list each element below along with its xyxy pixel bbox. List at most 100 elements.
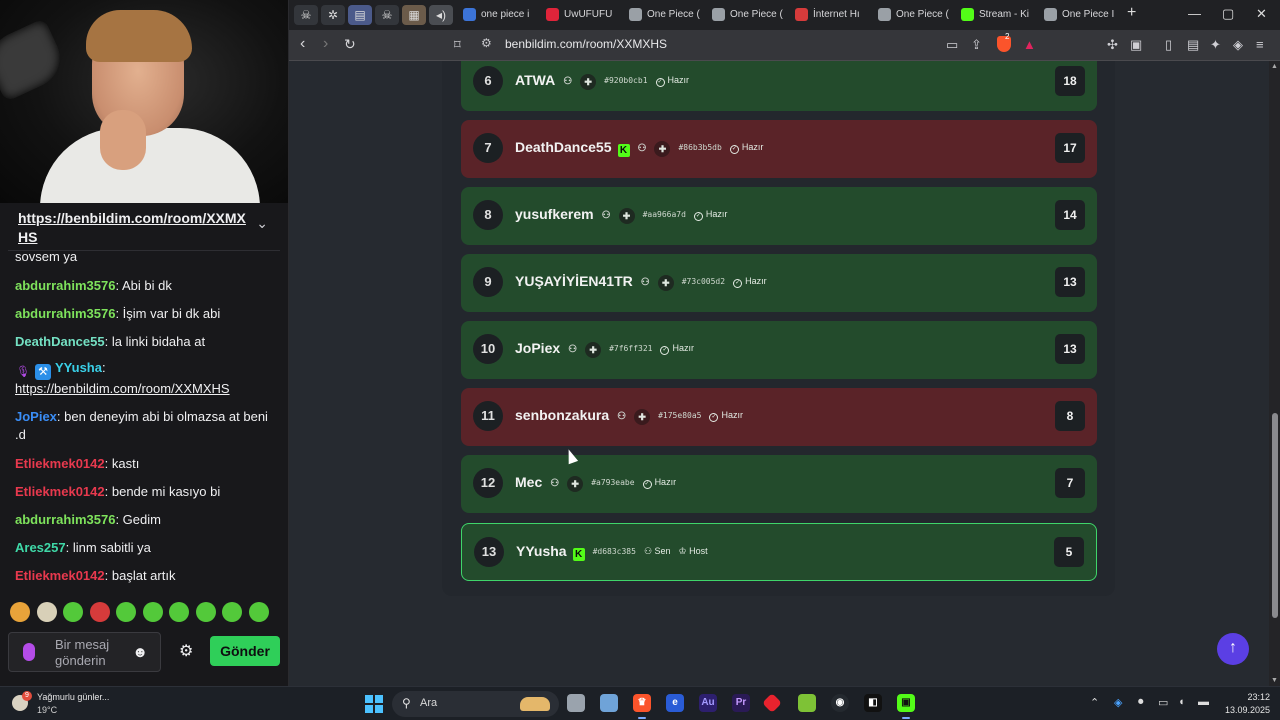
emote-icon[interactable]: [169, 602, 189, 622]
browser-tab[interactable]: one piece i: [459, 3, 541, 27]
address-bar[interactable]: ⚙ benbildim.com/room/XXMXHS: [474, 33, 1054, 57]
security-icon[interactable]: ◈: [1114, 696, 1122, 709]
emote-icon[interactable]: [89, 602, 110, 622]
photos-icon[interactable]: [600, 694, 618, 712]
github-icon[interactable]: ◉: [831, 694, 849, 712]
page-scrollbar[interactable]: ▲ ▼: [1269, 61, 1280, 686]
pinned-tab-list-icon[interactable]: ▤: [348, 5, 372, 25]
tray-chevron-icon[interactable]: ⌃: [1090, 696, 1099, 709]
add-friend-icon[interactable]: ✚: [657, 275, 674, 291]
emote-icon[interactable]: [222, 602, 242, 622]
weather-widget[interactable]: 9 Yağmurlu günler... 19°C: [12, 690, 122, 718]
browser-tab[interactable]: One Piece I: [1040, 3, 1122, 27]
emote-icon[interactable]: [142, 602, 163, 622]
chat-link[interactable]: https://benbildim.com/room/XXMXHS: [15, 381, 230, 396]
add-friend-icon[interactable]: ✚: [567, 476, 584, 492]
audition-icon[interactable]: Au: [699, 694, 717, 712]
vpn-shield-icon[interactable]: ◈: [1233, 37, 1243, 53]
browser-tab[interactable]: Stream - Ki: [957, 3, 1039, 27]
menu-icon[interactable]: ≡: [1256, 37, 1264, 52]
close-icon[interactable]: ✕: [1256, 6, 1267, 22]
taskbar-search[interactable]: ⚲ Ara: [392, 691, 559, 717]
chat-username[interactable]: abdurrahim3576: [15, 278, 115, 293]
emote-icon[interactable]: [195, 602, 216, 622]
kick-app-icon[interactable]: ▣: [897, 694, 915, 719]
chat-username[interactable]: Etliekmek0142: [15, 568, 105, 583]
start-button[interactable]: [365, 695, 383, 713]
browser-tab[interactable]: UwUFUFU: [542, 3, 624, 27]
add-friend-icon[interactable]: ✚: [654, 141, 671, 157]
browser-tab[interactable]: One Piece (: [625, 3, 707, 27]
scroll-to-top-button[interactable]: ↑: [1217, 633, 1249, 665]
pinned-tab-audio-icon[interactable]: ◂): [429, 5, 453, 25]
vpn-icon[interactable]: ▤: [1187, 37, 1199, 53]
extensions-icon[interactable]: ✣: [1107, 37, 1118, 53]
chat-username[interactable]: DeathDance55: [15, 334, 105, 349]
wallet-icon[interactable]: ▣: [1130, 37, 1142, 53]
pinned-message: https://benbildim.com/room/XXMXHS ⌄: [8, 203, 280, 251]
send-button[interactable]: Gönder: [210, 636, 280, 666]
add-friend-icon[interactable]: ✚: [634, 409, 651, 425]
emote-icon[interactable]: [63, 602, 83, 622]
minimize-icon[interactable]: —: [1188, 6, 1201, 21]
add-friend-icon[interactable]: ✚: [580, 74, 597, 90]
scroll-down-icon[interactable]: ▼: [1271, 677, 1278, 684]
premiere-icon[interactable]: Pr: [732, 694, 750, 712]
chat-input[interactable]: Bir mesaj gönderin ☻: [8, 632, 161, 672]
site-settings-icon[interactable]: ⚙: [481, 36, 492, 50]
gear-icon[interactable]: ⚙: [179, 641, 193, 661]
microphone-icon[interactable]: [23, 643, 35, 661]
share-icon[interactable]: ⇪: [971, 37, 982, 53]
chat-username[interactable]: Ares257: [15, 540, 66, 555]
leo-ai-icon[interactable]: ✦: [1210, 37, 1221, 53]
pinned-tab-pirate-icon[interactable]: ☠: [294, 5, 318, 25]
chat-username[interactable]: Etliekmek0142: [15, 456, 105, 471]
battery-icon[interactable]: ▬: [1198, 696, 1209, 708]
forward-icon[interactable]: ›: [323, 35, 328, 53]
scroll-up-icon[interactable]: ▲: [1271, 63, 1278, 70]
edge-icon[interactable]: e: [666, 694, 684, 712]
new-tab-button[interactable]: +: [1127, 4, 1136, 22]
chat-username[interactable]: JoPiex: [15, 409, 57, 424]
browser-tab[interactable]: İnternet Hı: [791, 3, 873, 27]
sidebar-icon[interactable]: ▯: [1165, 37, 1172, 53]
tab-title: One Piece (: [896, 9, 949, 20]
add-friend-icon[interactable]: ✚: [618, 208, 635, 224]
scrollbar-thumb[interactable]: [1272, 413, 1278, 618]
ready-status: ✓ Hazır: [660, 343, 694, 355]
add-friend-icon[interactable]: ✚: [585, 342, 602, 358]
brave-browser-icon[interactable]: ♛: [633, 694, 651, 719]
chat-username[interactable]: abdurrahim3576: [15, 512, 115, 527]
tab-title: UwUFUFU: [564, 9, 613, 20]
pinned-link[interactable]: https://benbildim.com/room/XXMXHS: [18, 210, 246, 245]
volume-icon[interactable]: ◖: [1178, 696, 1185, 708]
chat-username[interactable]: Etliekmek0142: [15, 484, 105, 499]
capcut-icon[interactable]: ◧: [864, 694, 882, 712]
browser-tab[interactable]: One Piece (: [874, 3, 956, 27]
cast-icon[interactable]: ▭: [946, 37, 958, 53]
chat-username[interactable]: YYusha: [55, 360, 102, 375]
reload-icon[interactable]: ↻: [344, 36, 356, 53]
player-row: 8 yusufkerem ⚇ ✚ #aa966a7d ✓ Hazır 14: [461, 187, 1097, 245]
back-icon[interactable]: ‹: [300, 35, 305, 53]
app-red-diamond-icon[interactable]: [762, 693, 782, 713]
clock[interactable]: 23:12 13.09.2025: [1218, 691, 1270, 717]
task-view-icon[interactable]: [567, 694, 585, 712]
chat-username[interactable]: abdurrahim3576: [15, 306, 115, 321]
pinned-tab-pirate-icon[interactable]: ☠: [375, 5, 399, 25]
android-studio-icon[interactable]: [798, 694, 816, 712]
emoji-icon[interactable]: ☻: [132, 644, 148, 661]
emote-icon[interactable]: [116, 602, 136, 622]
bookmark-icon[interactable]: ⌑: [454, 37, 461, 53]
rewards-icon[interactable]: ▲: [1023, 37, 1036, 52]
emote-icon[interactable]: [10, 602, 30, 622]
microphone-tray-icon[interactable]: ⏺: [1138, 696, 1144, 709]
pinned-tab-extension-icon[interactable]: ✲: [321, 5, 345, 25]
maximize-icon[interactable]: ▢: [1222, 6, 1234, 22]
network-icon[interactable]: ▭: [1158, 696, 1168, 709]
pinned-tab-image-icon[interactable]: ▦: [402, 5, 426, 25]
emote-icon[interactable]: [248, 602, 269, 622]
chevron-down-icon[interactable]: ⌄: [256, 215, 268, 232]
browser-tab[interactable]: One Piece (: [708, 3, 790, 27]
emote-icon[interactable]: [36, 602, 57, 622]
